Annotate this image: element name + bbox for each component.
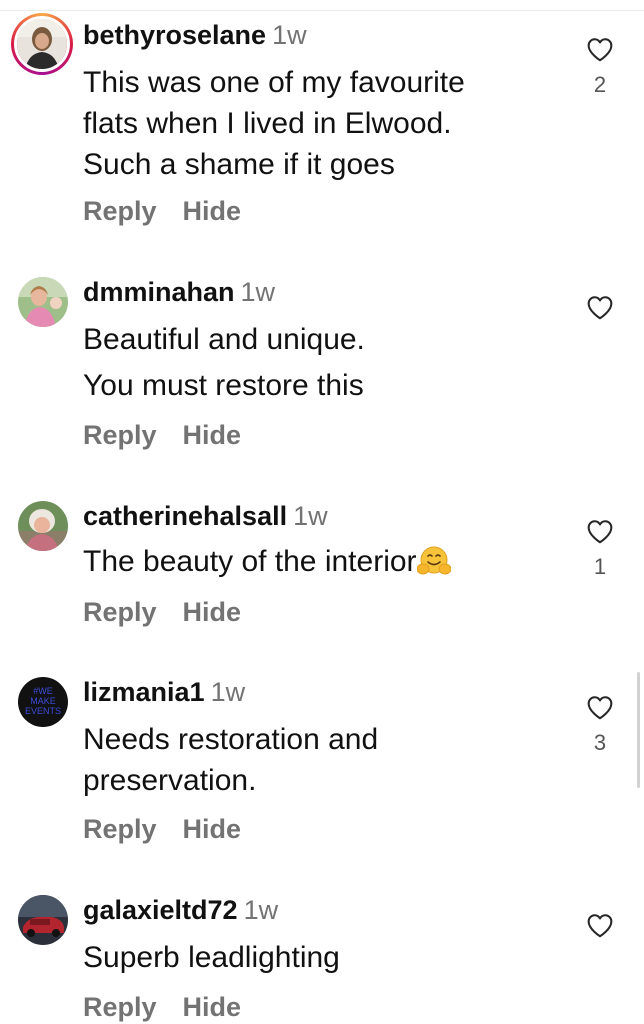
reply-button[interactable]: Reply [83,597,157,627]
comment-line: The beauty of the interior [83,541,451,583]
comment-header: dmminahan 1w [83,277,275,307]
scrollbar[interactable] [637,672,640,788]
like-control [584,295,616,330]
comment-text: This was one of my favourite flats when … [83,62,465,185]
comment-text: Needs restoration and preservation. [83,719,378,801]
avatar[interactable]: #WE MAKE EVENTS [18,677,68,727]
hide-button[interactable]: Hide [183,814,242,844]
comment-actions: Reply Hide [83,597,241,628]
timestamp: 1w [243,895,279,925]
hide-button[interactable]: Hide [183,597,242,627]
comment-actions: Reply Hide [83,420,241,451]
hugging-face-emoji [416,546,451,575]
like-count: 2 [593,72,607,97]
comment-text: Beautiful and unique. You must restore t… [83,317,365,409]
comment-line: You must restore this [83,369,364,402]
comment-line: Superb leadlighting [83,941,340,974]
comment-line: Such a shame if it goes [83,148,395,181]
timestamp: 1w [293,501,328,531]
avatar[interactable] [18,277,68,327]
like-control: 2 [584,37,616,98]
hide-button[interactable]: Hide [183,196,242,226]
reply-button[interactable]: Reply [83,196,157,226]
comment-header: galaxieltd72 1w [83,895,278,925]
avatar-photo: #WE MAKE EVENTS [18,677,68,727]
heart-outline-icon[interactable] [586,519,614,544]
avatar-text: MAKE [30,696,56,706]
comment-text: The beauty of the interior [83,541,451,583]
avatar[interactable] [18,501,68,551]
username[interactable]: dmminahan [83,277,235,307]
like-control [584,913,616,948]
comment-line: Needs restoration and [83,723,379,756]
heart-outline-icon[interactable] [586,295,614,320]
comment-header: catherinehalsall 1w [83,501,328,531]
top-divider [0,10,644,11]
avatar[interactable] [11,13,73,75]
avatar-text: #WE [33,686,53,696]
comment-header: lizmania1 1w [83,677,245,707]
like-count: 1 [593,554,607,579]
comment-actions: Reply Hide [83,196,241,227]
hide-button[interactable]: Hide [183,992,242,1022]
avatar-photo [17,19,67,69]
avatar[interactable] [18,895,68,945]
like-control: 3 [584,695,616,756]
timestamp: 1w [240,277,276,307]
comment-line: This was one of my favourite [83,66,465,99]
like-count: 3 [593,730,607,755]
timestamp: 1w [272,20,307,50]
avatar-photo [18,895,68,945]
timestamp: 1w [210,677,246,707]
username[interactable]: bethyroselane [83,20,266,50]
heart-outline-icon[interactable] [586,37,614,62]
comment-line: preservation. [83,764,257,797]
reply-button[interactable]: Reply [83,420,157,450]
like-control: 1 [584,519,616,580]
avatar-photo [18,501,68,551]
username[interactable]: lizmania1 [83,677,205,707]
comment-line: flats when I lived in Elwood. [83,107,452,140]
comment-header: bethyroselane 1w [83,20,307,50]
hide-button[interactable]: Hide [183,420,242,450]
heart-outline-icon[interactable] [586,913,614,938]
reply-button[interactable]: Reply [83,814,157,844]
username[interactable]: galaxieltd72 [83,895,238,925]
comment-actions: Reply Hide [83,814,241,845]
comment-actions: Reply Hide [83,992,241,1023]
heart-outline-icon[interactable] [586,695,614,720]
avatar-photo [18,277,68,327]
username[interactable]: catherinehalsall [83,501,287,531]
comment-line: Beautiful and unique. [83,323,365,356]
comment-text: Superb leadlighting [83,937,340,978]
reply-button[interactable]: Reply [83,992,157,1022]
avatar-text: EVENTS [25,706,61,716]
